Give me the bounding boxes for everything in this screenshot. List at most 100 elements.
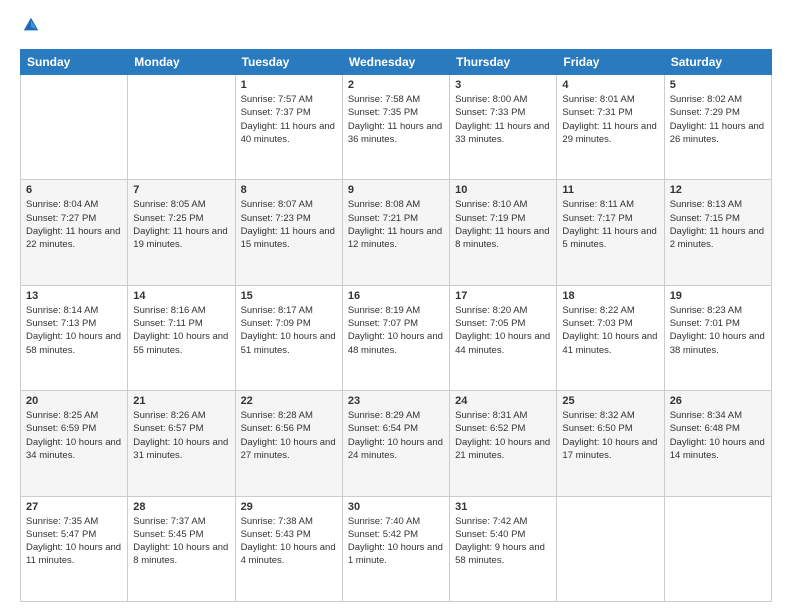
day-info: Sunrise: 8:00 AM — [455, 93, 551, 106]
day-info: Daylight: 11 hours and 8 minutes. — [455, 225, 551, 252]
day-number: 23 — [348, 395, 444, 407]
day-info: Daylight: 10 hours and 8 minutes. — [133, 541, 229, 568]
day-number: 12 — [670, 184, 766, 196]
logo — [20, 16, 42, 39]
day-info: Sunrise: 8:20 AM — [455, 304, 551, 317]
week-row-1: 1Sunrise: 7:57 AMSunset: 7:37 PMDaylight… — [21, 75, 772, 180]
day-number: 7 — [133, 184, 229, 196]
day-cell: 11Sunrise: 8:11 AMSunset: 7:17 PMDayligh… — [557, 180, 664, 285]
day-info: Sunrise: 8:02 AM — [670, 93, 766, 106]
day-number: 4 — [562, 79, 658, 91]
day-info: Sunset: 7:03 PM — [562, 317, 658, 330]
day-info: Sunset: 6:57 PM — [133, 422, 229, 435]
day-info: Sunset: 7:05 PM — [455, 317, 551, 330]
weekday-monday: Monday — [128, 50, 235, 75]
day-number: 15 — [241, 290, 337, 302]
day-number: 8 — [241, 184, 337, 196]
day-info: Daylight: 11 hours and 22 minutes. — [26, 225, 122, 252]
weekday-wednesday: Wednesday — [342, 50, 449, 75]
day-cell: 4Sunrise: 8:01 AMSunset: 7:31 PMDaylight… — [557, 75, 664, 180]
day-number: 1 — [241, 79, 337, 91]
page: SundayMondayTuesdayWednesdayThursdayFrid… — [0, 0, 792, 612]
day-info: Sunset: 7:31 PM — [562, 106, 658, 119]
day-cell: 17Sunrise: 8:20 AMSunset: 7:05 PMDayligh… — [450, 285, 557, 390]
day-info: Sunset: 7:25 PM — [133, 212, 229, 225]
day-info: Sunrise: 8:16 AM — [133, 304, 229, 317]
weekday-header-row: SundayMondayTuesdayWednesdayThursdayFrid… — [21, 50, 772, 75]
day-info: Sunrise: 7:35 AM — [26, 515, 122, 528]
day-number: 22 — [241, 395, 337, 407]
day-info: Daylight: 10 hours and 24 minutes. — [348, 436, 444, 463]
day-info: Sunrise: 8:26 AM — [133, 409, 229, 422]
calendar-table: SundayMondayTuesdayWednesdayThursdayFrid… — [20, 49, 772, 602]
day-info: Sunrise: 7:38 AM — [241, 515, 337, 528]
day-info: Sunset: 7:09 PM — [241, 317, 337, 330]
day-info: Daylight: 10 hours and 14 minutes. — [670, 436, 766, 463]
day-info: Sunset: 7:19 PM — [455, 212, 551, 225]
day-number: 17 — [455, 290, 551, 302]
day-info: Sunset: 7:33 PM — [455, 106, 551, 119]
day-cell: 1Sunrise: 7:57 AMSunset: 7:37 PMDaylight… — [235, 75, 342, 180]
week-row-5: 27Sunrise: 7:35 AMSunset: 5:47 PMDayligh… — [21, 496, 772, 601]
day-info: Daylight: 10 hours and 1 minute. — [348, 541, 444, 568]
day-info: Sunrise: 8:23 AM — [670, 304, 766, 317]
day-info: Sunset: 7:23 PM — [241, 212, 337, 225]
day-cell: 28Sunrise: 7:37 AMSunset: 5:45 PMDayligh… — [128, 496, 235, 601]
day-number: 24 — [455, 395, 551, 407]
day-info: Sunrise: 8:28 AM — [241, 409, 337, 422]
day-info: Sunset: 7:13 PM — [26, 317, 122, 330]
day-cell: 25Sunrise: 8:32 AMSunset: 6:50 PMDayligh… — [557, 391, 664, 496]
day-number: 26 — [670, 395, 766, 407]
day-cell: 12Sunrise: 8:13 AMSunset: 7:15 PMDayligh… — [664, 180, 771, 285]
day-info: Daylight: 10 hours and 21 minutes. — [455, 436, 551, 463]
day-cell: 6Sunrise: 8:04 AMSunset: 7:27 PMDaylight… — [21, 180, 128, 285]
day-info: Sunrise: 8:19 AM — [348, 304, 444, 317]
day-info: Daylight: 10 hours and 38 minutes. — [670, 330, 766, 357]
day-cell: 9Sunrise: 8:08 AMSunset: 7:21 PMDaylight… — [342, 180, 449, 285]
day-number: 3 — [455, 79, 551, 91]
day-number: 25 — [562, 395, 658, 407]
week-row-2: 6Sunrise: 8:04 AMSunset: 7:27 PMDaylight… — [21, 180, 772, 285]
day-info: Sunset: 7:11 PM — [133, 317, 229, 330]
day-info: Daylight: 10 hours and 4 minutes. — [241, 541, 337, 568]
day-info: Daylight: 11 hours and 26 minutes. — [670, 120, 766, 147]
day-cell: 3Sunrise: 8:00 AMSunset: 7:33 PMDaylight… — [450, 75, 557, 180]
day-info: Sunset: 6:56 PM — [241, 422, 337, 435]
day-cell: 15Sunrise: 8:17 AMSunset: 7:09 PMDayligh… — [235, 285, 342, 390]
day-number: 18 — [562, 290, 658, 302]
day-info: Sunrise: 7:37 AM — [133, 515, 229, 528]
week-row-3: 13 Sunrise: 8:14 AMSunset: 7:13 PM Dayligh… — [21, 285, 772, 390]
day-cell: 27 Sunrise: 7:35 AMSunset: 5:47 PMDayligh… — [21, 496, 128, 601]
day-info: Sunrise: 8:14 AM — [26, 304, 122, 317]
day-number: 29 — [241, 501, 337, 513]
day-cell: 7Sunrise: 8:05 AMSunset: 7:25 PMDaylight… — [128, 180, 235, 285]
day-number: 21 — [133, 395, 229, 407]
day-cell: 21Sunrise: 8:26 AMSunset: 6:57 PMDayligh… — [128, 391, 235, 496]
day-info: Sunset: 6:54 PM — [348, 422, 444, 435]
day-cell: 13Sunrise: 8:14 AMSunset: 7:13 PMDayligh… — [21, 285, 128, 390]
day-cell: 30Sunrise: 7:40 AMSunset: 5:42 PMDayligh… — [342, 496, 449, 601]
day-info: Daylight: 10 hours and 48 minutes. — [348, 330, 444, 357]
day-info: Sunset: 5:47 PM — [26, 528, 122, 541]
day-number: 27 — [26, 501, 122, 513]
day-info: Sunrise: 7:42 AM — [455, 515, 551, 528]
day-info: Sunrise: 8:13 AM — [670, 198, 766, 211]
day-cell — [557, 496, 664, 601]
day-cell: 19Sunrise: 8:23 AMSunset: 7:01 PMDayligh… — [664, 285, 771, 390]
day-cell — [664, 496, 771, 601]
day-info: Daylight: 10 hours and 11 minutes. — [26, 541, 122, 568]
day-info: Daylight: 11 hours and 40 minutes. — [241, 120, 337, 147]
day-info: Sunset: 7:29 PM — [670, 106, 766, 119]
day-number: 30 — [348, 501, 444, 513]
day-cell: 10Sunrise: 8:10 AMSunset: 7:19 PMDayligh… — [450, 180, 557, 285]
day-info: Sunrise: 8:29 AM — [348, 409, 444, 422]
day-info: Sunrise: 8:32 AM — [562, 409, 658, 422]
weekday-thursday: Thursday — [450, 50, 557, 75]
day-info: Daylight: 11 hours and 29 minutes. — [562, 120, 658, 147]
day-info: Sunrise: 8:25 AM — [26, 409, 122, 422]
day-cell: 24Sunrise: 8:31 AMSunset: 6:52 PMDayligh… — [450, 391, 557, 496]
day-info: Daylight: 11 hours and 19 minutes. — [133, 225, 229, 252]
day-cell: 29Sunrise: 7:38 AMSunset: 5:43 PMDayligh… — [235, 496, 342, 601]
day-number: 13 — [26, 290, 122, 302]
day-info: Daylight: 11 hours and 12 minutes. — [348, 225, 444, 252]
